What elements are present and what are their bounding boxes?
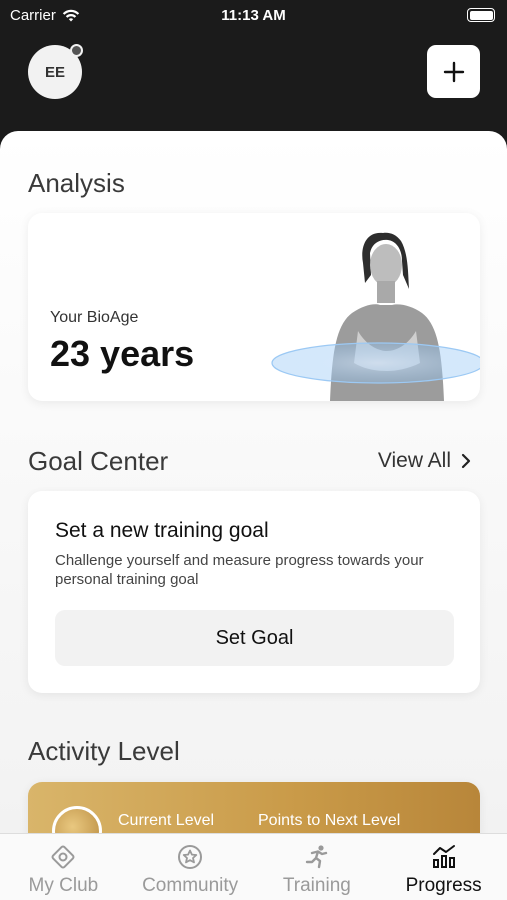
battery-icon xyxy=(467,8,495,22)
goal-center-title: Goal Center xyxy=(28,446,169,476)
plus-icon xyxy=(443,61,464,82)
bioage-card[interactable]: Your BioAge 23 years xyxy=(28,213,480,401)
bioage-value: 23 years xyxy=(50,333,195,374)
status-time: 11:13 AM xyxy=(221,7,286,24)
tab-community[interactable]: Community xyxy=(127,834,254,900)
view-all-link[interactable]: View All xyxy=(378,449,471,473)
set-goal-button[interactable]: Set Goal xyxy=(55,610,454,666)
add-button[interactable] xyxy=(427,45,480,98)
community-icon xyxy=(178,845,203,869)
tab-progress-label: Progress xyxy=(405,875,482,896)
progress-icon xyxy=(432,845,455,868)
avatar-initials: EE xyxy=(44,63,65,81)
current-level-label: Current Level xyxy=(118,812,215,829)
activity-level-title: Activity Level xyxy=(28,736,180,766)
content-sheet[interactable]: Analysis Your BioAge 23 years Goal Cente… xyxy=(0,131,507,841)
goal-card-title: Set a new training goal xyxy=(55,519,269,542)
body-figure-image xyxy=(271,232,480,401)
tab-progress[interactable]: Progress xyxy=(380,834,507,900)
goal-card-description: Challenge yourself and measure progress … xyxy=(55,552,424,588)
my-club-icon xyxy=(51,845,75,869)
tab-community-label: Community xyxy=(142,875,239,896)
training-icon xyxy=(305,845,328,869)
view-all-label: View All xyxy=(377,449,451,472)
bioage-label: Your BioAge xyxy=(50,309,139,326)
tab-my-club[interactable]: My Club xyxy=(0,834,127,900)
avatar[interactable]: EE xyxy=(28,44,83,99)
tab-training-label: Training xyxy=(282,875,351,896)
status-bar: Carrier 11:13 AM xyxy=(0,0,507,34)
goal-card: Set a new training goal Challenge yourse… xyxy=(28,491,480,693)
tab-bar: My Club Community Training Progress xyxy=(0,833,507,900)
points-to-next-level-label: Points to Next Level xyxy=(258,812,401,829)
tab-training[interactable]: Training xyxy=(254,834,381,900)
analysis-title: Analysis xyxy=(28,168,125,198)
tab-my-club-label: My Club xyxy=(28,875,99,896)
notification-dot xyxy=(70,44,83,57)
chevron-right-icon xyxy=(461,453,471,469)
